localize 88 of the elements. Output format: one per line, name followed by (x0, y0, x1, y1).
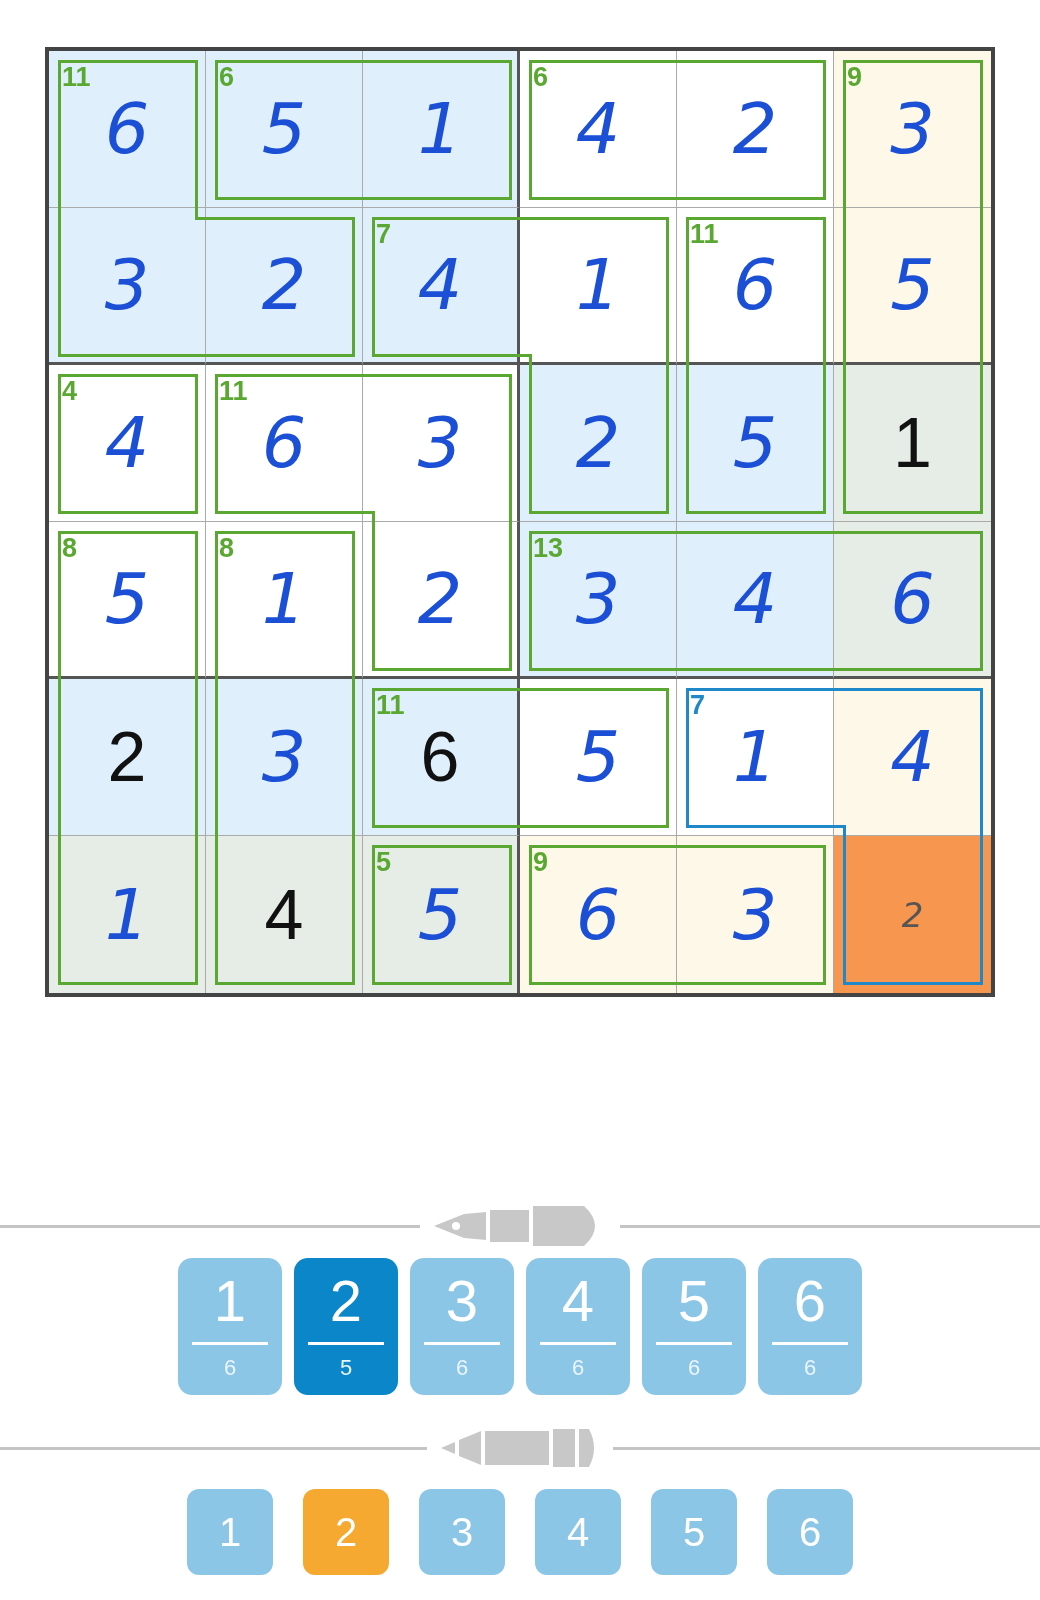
grid-cell[interactable]: 3 9 (834, 51, 991, 208)
cell-digit: 2 (732, 94, 778, 164)
cage-sum: 4 (62, 378, 78, 405)
grid-cell[interactable]: 5 5 (363, 836, 520, 993)
cell-digit: 1 (893, 408, 932, 478)
cell-digit: 3 (890, 94, 935, 164)
cell-digit: 1 (104, 879, 150, 950)
grid-cell[interactable]: 3 (677, 836, 834, 993)
cell-digit: 3 (104, 250, 150, 320)
cell-digit: 3 (732, 879, 778, 950)
cell-digit: 5 (104, 564, 150, 634)
cell-digit: 6 (890, 564, 935, 634)
cage-sum: 9 (533, 849, 549, 876)
cell-digit: 1 (417, 94, 463, 164)
grid-cell[interactable]: 6 11 (206, 365, 363, 522)
cell-digit: 6 (104, 94, 150, 164)
grid-cell[interactable]: 5 8 (49, 522, 206, 679)
grid-cell[interactable]: 3 13 (520, 522, 677, 679)
grid-cell[interactable]: 2 (520, 365, 677, 522)
grid-cell[interactable]: 3 (49, 208, 206, 365)
cage-sum: 8 (219, 535, 235, 562)
grid-cell[interactable]: 1 7 (677, 679, 834, 836)
cell-digit: 1 (732, 722, 778, 792)
grid-cell[interactable]: 6 9 (520, 836, 677, 993)
cell-digit: 5 (732, 408, 778, 478)
cell-digit: 3 (575, 564, 621, 634)
grid-cell[interactable]: 4 6 (520, 51, 677, 208)
grid-cell[interactable]: 6 11 (677, 208, 834, 365)
pencil-mark: 2 (901, 897, 924, 932)
cell-digit: 1 (575, 250, 621, 320)
digit-key[interactable]: 2 5 (294, 1258, 398, 1395)
grid-cell[interactable]: 4 (206, 836, 363, 993)
grid-cell[interactable]: 3 (363, 365, 520, 522)
cage-sum: 8 (62, 535, 78, 562)
cage-sum: 6 (219, 64, 235, 91)
grid-cell[interactable]: 5 (834, 208, 991, 365)
cell-digit: 3 (261, 722, 307, 792)
grid-cell[interactable]: 4 7 (363, 208, 520, 365)
cell-digit: 4 (264, 879, 304, 950)
grid-cell[interactable]: 1 8 (206, 522, 363, 679)
cell-digit: 1 (261, 564, 307, 634)
cell-digit: 4 (575, 94, 621, 164)
cell-digit: 6 (261, 408, 307, 478)
cell-digit: 3 (417, 408, 463, 478)
cell-digit: 5 (417, 879, 463, 950)
cage-sum: 7 (376, 221, 392, 248)
cell-digit: 6 (732, 250, 778, 320)
grid-cell[interactable]: 5 6 (206, 51, 363, 208)
grid-cell[interactable]: 2 (834, 836, 991, 993)
cage-sum: 6 (533, 64, 549, 91)
grid-cell[interactable]: 6 11 (363, 679, 520, 836)
grid-cell[interactable]: 6 (834, 522, 991, 679)
grid-cell[interactable]: 2 (206, 208, 363, 365)
grid-cell[interactable]: 4 4 (49, 365, 206, 522)
grid-cell[interactable]: 6 11 (49, 51, 206, 208)
grid-cell[interactable]: 1 (834, 365, 991, 522)
grid-cell[interactable]: 1 (520, 208, 677, 365)
cage-sum: 13 (533, 535, 564, 562)
cell-digit: 4 (732, 564, 778, 634)
cage-sum: 11 (62, 64, 91, 91)
grid-cell[interactable]: 5 (520, 679, 677, 836)
cell-digit: 2 (107, 722, 147, 792)
cage-sum: 11 (690, 221, 719, 248)
grid-cell[interactable]: 3 (206, 679, 363, 836)
cage-sum: 11 (219, 378, 248, 405)
cell-digit: 4 (890, 722, 935, 792)
cell-digit: 6 (575, 879, 621, 950)
cell-digit: 5 (575, 722, 621, 792)
cell-digit: 2 (575, 408, 621, 478)
cage-sum: 5 (376, 849, 392, 876)
grid-cell[interactable]: 2 (363, 522, 520, 679)
cell-digit: 4 (104, 408, 150, 478)
cage-sum: 7 (690, 692, 706, 719)
grid-cell[interactable]: 2 (677, 51, 834, 208)
grid-cell[interactable]: 2 (49, 679, 206, 836)
grid-cell[interactable]: 4 (834, 679, 991, 836)
grid-cell[interactable]: 4 (677, 522, 834, 679)
cell-digit: 5 (890, 250, 935, 320)
grid-cell[interactable]: 1 (49, 836, 206, 993)
cage-sum: 11 (376, 692, 405, 719)
grid-cell[interactable]: 1 (363, 51, 520, 208)
cage-sum: 9 (847, 64, 863, 91)
cell-digit: 6 (420, 722, 460, 792)
cell-digit: 2 (417, 564, 463, 634)
cell-digit: 5 (261, 94, 307, 164)
cell-digit: 4 (417, 250, 463, 320)
cell-digit: 2 (261, 250, 307, 320)
grid-cell[interactable]: 5 (677, 365, 834, 522)
